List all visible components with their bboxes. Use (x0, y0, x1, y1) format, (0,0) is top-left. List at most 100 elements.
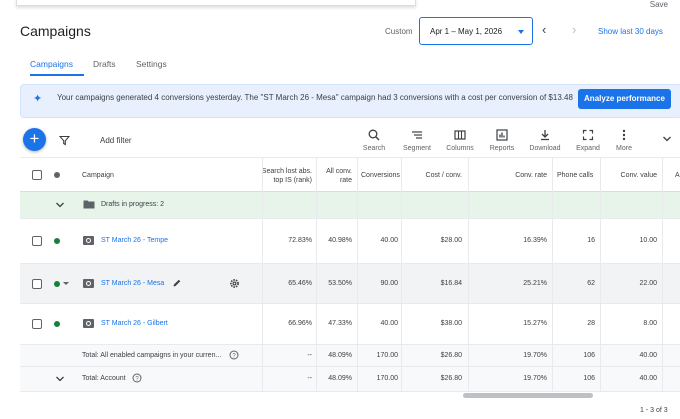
filter-icon[interactable] (59, 135, 70, 146)
search-tool[interactable]: Search (352, 128, 396, 152)
columns-tool[interactable]: Columns (438, 128, 482, 152)
page-title: Campaigns (20, 23, 91, 39)
conv-value-value: 8.00 (643, 320, 657, 327)
select-all-checkbox[interactable] (32, 170, 42, 180)
phone-calls-value: 106 (583, 352, 595, 359)
total-enabled-row: Total: All enabled campaigns in your cur… (20, 345, 680, 367)
pagination-range: 1 - 3 of 3 (640, 407, 668, 414)
total-account-label: Total: Account (82, 375, 126, 382)
conv-value-value: 40.00 (639, 375, 657, 382)
save-button[interactable]: Save (650, 0, 668, 9)
chevron-down-icon[interactable] (55, 201, 65, 209)
enabled-status-icon[interactable] (54, 238, 60, 244)
chevron-left-icon[interactable]: ‹ (542, 23, 546, 37)
gear-icon[interactable] (229, 278, 240, 289)
col-conversions[interactable]: Conversions (361, 171, 400, 180)
search-lost-value: 66.96% (288, 320, 312, 327)
analyze-performance-button[interactable]: Analyze performance (578, 89, 671, 109)
conv-rate-value: 19.70% (523, 375, 547, 382)
row-checkbox[interactable] (32, 319, 42, 329)
search-lost-value: 72.83% (288, 237, 312, 244)
tab-campaigns[interactable]: Campaigns (30, 59, 73, 69)
pencil-icon[interactable] (172, 278, 182, 288)
table-header: Campaign Search lost abs. top IS (rank) … (20, 157, 680, 192)
conversions-value: 170.00 (376, 352, 398, 359)
chevron-right-icon[interactable]: › (572, 23, 576, 37)
conversions-value: 170.00 (376, 375, 398, 382)
col-campaign[interactable]: Campaign (82, 171, 114, 180)
cost-conv-value: $38.00 (440, 320, 462, 327)
conv-rate-value: 15.27% (523, 320, 547, 327)
tab-settings[interactable]: Settings (136, 59, 167, 69)
col-phone-calls[interactable]: Phone calls (557, 171, 593, 180)
search-campaign-icon (83, 236, 94, 245)
help-icon[interactable]: ? (132, 373, 142, 383)
reports-tool[interactable]: Reports (480, 128, 524, 152)
conv-value-value: 40.00 (639, 352, 657, 359)
cost-conv-value: $16.84 (440, 280, 462, 287)
download-tool-label: Download (529, 145, 561, 152)
more-tool[interactable]: More (602, 128, 646, 152)
phone-calls-value: 62 (587, 280, 595, 287)
date-range-select[interactable]: Apr 1 – May 1, 2026 (419, 17, 533, 45)
campaign-name-link[interactable]: ST March 26 - Mesa (101, 280, 164, 287)
show-last-30-days-link[interactable]: Show last 30 days (598, 27, 663, 36)
help-icon[interactable]: ? (229, 350, 239, 360)
phone-calls-value: 16 (587, 237, 595, 244)
insight-banner: ✦ Your campaigns generated 4 conversions… (20, 84, 680, 118)
date-range-type-label: Custom (385, 27, 413, 36)
column-divider (468, 157, 469, 392)
conv-value-value: 10.00 (639, 237, 657, 244)
search-campaign-icon (83, 319, 94, 328)
segment-tool[interactable]: Segment (395, 128, 439, 152)
row-checkbox[interactable] (32, 279, 42, 289)
phone-calls-value: 106 (583, 375, 595, 382)
column-divider (401, 157, 402, 392)
horizontal-scrollbar[interactable] (463, 393, 593, 398)
tab-drafts[interactable]: Drafts (93, 59, 116, 69)
column-divider (552, 157, 553, 392)
reports-icon (496, 129, 508, 141)
conv-rate-value: 25.21% (523, 280, 547, 287)
cost-conv-value: $28.00 (440, 237, 462, 244)
sparkle-icon: ✦ (33, 93, 43, 105)
conv-rate-value: 19.70% (523, 352, 547, 359)
column-divider (600, 157, 601, 392)
google-ads-campaigns-page: Save Campaigns Custom Apr 1 – May 1, 202… (0, 0, 680, 419)
all-conv-rate-value: 47.33% (328, 320, 352, 327)
col-conv-value[interactable]: Conv. value (608, 171, 657, 180)
col-search-lost[interactable]: Search lost abs. top IS (rank) (256, 167, 312, 185)
insight-text: Your campaigns generated 4 conversions y… (57, 93, 573, 102)
segment-icon (412, 131, 422, 139)
all-conv-rate-value: 40.98% (328, 237, 352, 244)
campaign-name-link[interactable]: ST March 26 - Tempe (101, 237, 168, 244)
add-campaign-button[interactable]: + (23, 128, 46, 151)
conversions-value: 40.00 (380, 320, 398, 327)
chevron-down-icon[interactable] (55, 375, 65, 383)
col-cost-conv[interactable]: Cost / conv. (408, 171, 462, 180)
enabled-status-icon[interactable] (54, 281, 60, 287)
enabled-status-icon[interactable] (54, 321, 60, 327)
all-conv-rate-value: 53.50% (328, 280, 352, 287)
col-all-conv-rate[interactable]: All conv. rate (318, 167, 352, 185)
row-checkbox[interactable] (32, 236, 42, 246)
chevron-down-icon[interactable] (662, 135, 672, 143)
campaign-name-link[interactable]: ST March 26 - Gilbert (101, 320, 168, 327)
search-icon (368, 129, 380, 141)
conversions-value: 90.00 (380, 280, 398, 287)
more-tool-label: More (616, 145, 632, 152)
col-more[interactable]: A (675, 171, 680, 180)
add-filter-button[interactable]: Add filter (100, 136, 132, 145)
status-caret-icon[interactable] (63, 282, 69, 285)
table-row: ST March 26 - Mesa 65.46% 53.50% 90.00 $… (20, 264, 680, 304)
col-conv-rate[interactable]: Conv. rate (490, 171, 547, 180)
column-divider (357, 157, 358, 392)
download-tool[interactable]: Download (523, 128, 567, 152)
search-lost-value: 65.46% (288, 280, 312, 287)
phone-calls-value: 28 (587, 320, 595, 327)
more-vert-icon (622, 129, 626, 141)
column-divider (662, 157, 663, 392)
conv-rate-value: 16.39% (523, 237, 547, 244)
search-lost-value: -- (307, 375, 312, 382)
drafts-row[interactable]: Drafts in progress: 2 (20, 192, 680, 219)
